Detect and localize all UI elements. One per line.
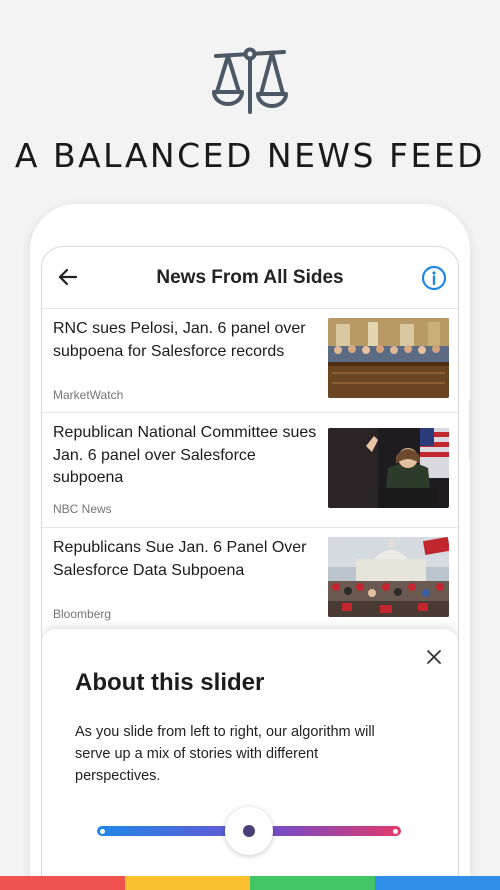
sheet-title: About this slider (75, 669, 265, 696)
congressional-hearing-photo (328, 318, 449, 398)
article-item[interactable]: Republicans Sue Jan. 6 Panel Over Salesf… (42, 528, 458, 638)
capitol-crowd-photo (328, 537, 449, 617)
perspective-slider-thumb[interactable] (225, 807, 273, 855)
article-source: MarketWatch (53, 388, 124, 402)
article-source: NBC News (53, 502, 112, 516)
slider-thumb-dot (243, 825, 255, 837)
article-item[interactable]: Republican National Committee sues Jan. … (42, 413, 458, 528)
color-stripe-blue (375, 876, 500, 890)
color-stripe-green (250, 876, 375, 890)
close-icon[interactable] (424, 647, 444, 667)
phone-side-button (469, 400, 472, 460)
app-header: News From All Sides (42, 247, 458, 309)
info-circle-icon[interactable] (421, 265, 447, 291)
slider-end-dot (393, 828, 398, 834)
page-title: News From All Sides (156, 267, 344, 288)
promo-title: A BALANCED NEWS FEED (14, 136, 486, 175)
color-stripe-yellow (125, 876, 250, 890)
article-headline: RNC sues Pelosi, Jan. 6 panel over subpo… (53, 320, 306, 360)
speaker-at-podium-photo (328, 428, 449, 508)
article-headline: Republican National Committee sues Jan. … (53, 424, 317, 486)
color-stripe-red (0, 876, 125, 890)
article-headline: Republicans Sue Jan. 6 Panel Over Salesf… (53, 539, 307, 579)
slider-start-dot (100, 828, 105, 834)
app-screen: News From All Sides RNC sues Pelosi, Jan… (41, 246, 459, 890)
article-item[interactable]: RNC sues Pelosi, Jan. 6 panel over subpo… (42, 309, 458, 413)
arrow-left-icon[interactable] (56, 265, 80, 289)
sheet-description: As you slide from left to right, our alg… (75, 724, 375, 784)
article-source: Bloomberg (53, 607, 112, 621)
balance-scale-icon (212, 47, 288, 114)
